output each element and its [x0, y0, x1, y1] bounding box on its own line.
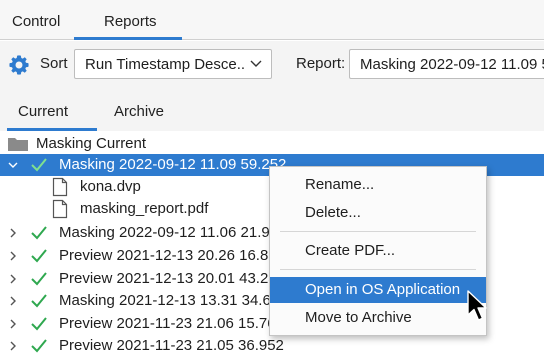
chevron-right-icon[interactable] — [8, 341, 18, 351]
check-icon — [31, 317, 47, 331]
tab-reports[interactable]: Reports — [104, 0, 157, 40]
check-icon — [31, 226, 47, 240]
tab-archive[interactable]: Archive — [114, 103, 164, 120]
menu-item-open-in-os-application[interactable]: Open in OS Application — [270, 277, 486, 303]
menu-item-label: Move to Archive — [305, 309, 412, 326]
folder-icon — [8, 138, 28, 151]
chevron-right-icon[interactable] — [8, 319, 18, 329]
menu-separator — [280, 231, 476, 232]
context-menu: Rename... Delete... Create PDF... Open i… — [269, 166, 487, 336]
check-icon — [31, 294, 47, 308]
tab-current[interactable]: Current — [18, 103, 68, 120]
chevron-right-icon[interactable] — [8, 228, 18, 238]
check-icon — [31, 339, 47, 353]
tab-current-indicator — [7, 128, 97, 131]
chevron-right-icon[interactable] — [8, 251, 18, 261]
menu-item-label: Delete... — [305, 204, 361, 221]
tree-row-label: Preview 2021-12-13 20.01 43.23 — [59, 270, 277, 287]
sort-dropdown[interactable]: Run Timestamp Desce... — [74, 49, 272, 79]
tree-row-label: Masking 2022-09-12 11.09 59.252 — [59, 156, 287, 173]
tree-row-label: Masking 2022-09-12 11.06 21.92 — [59, 224, 279, 241]
sub-tab-bar: Current Archive — [0, 89, 544, 131]
menu-item-label: Create PDF... — [305, 242, 396, 259]
toolbar: Sort Run Timestamp Desce... Report: Mask… — [0, 41, 544, 89]
gear-icon[interactable] — [8, 54, 30, 76]
sort-dropdown-value: Run Timestamp Desce... — [85, 56, 245, 73]
file-icon — [52, 199, 68, 219]
tree-row-label: Preview 2021-11-23 21.06 15.76 — [59, 315, 276, 332]
chevron-down-icon — [250, 60, 262, 67]
sort-label: Sort — [40, 55, 68, 72]
check-icon — [31, 272, 47, 286]
check-icon — [31, 158, 47, 172]
menu-item-rename[interactable]: Rename... — [270, 172, 486, 198]
report-dropdown-value: Masking 2022-09-12 11.09 5 — [360, 56, 544, 73]
menu-item-label: Open in OS Application — [305, 281, 461, 298]
menu-separator — [280, 269, 476, 270]
menu-item-label: Rename... — [305, 176, 375, 193]
menu-item-move-to-archive[interactable]: Move to Archive — [270, 305, 486, 331]
tree-row-label: Masking 2021-12-13 13.31 34.69 — [59, 292, 280, 309]
tree-row-label: masking_report.pdf — [80, 200, 209, 217]
tab-control[interactable]: Control — [12, 0, 60, 40]
menu-item-create-pdf[interactable]: Create PDF... — [270, 238, 486, 264]
tab-reports-indicator — [74, 37, 182, 40]
tree-root[interactable]: Masking Current — [0, 133, 544, 155]
tree-row-label: kona.dvp — [80, 178, 141, 195]
menu-item-delete[interactable]: Delete... — [270, 200, 486, 226]
tree-root-label: Masking Current — [36, 135, 147, 152]
chevron-right-icon[interactable] — [8, 274, 18, 284]
mouse-cursor-icon — [467, 290, 487, 321]
tree-row-label: Preview 2021-11-23 21.05 36.952 — [59, 337, 284, 354]
report-dropdown[interactable]: Masking 2022-09-12 11.09 5 — [349, 49, 544, 79]
chevron-right-icon[interactable] — [8, 296, 18, 306]
report-label: Report: — [296, 55, 346, 72]
tree-row[interactable]: Preview 2021-11-23 21.05 36.952 — [0, 335, 544, 357]
chevron-down-icon[interactable] — [8, 160, 18, 170]
tree-row-label: Preview 2021-12-13 20.26 16.85 — [59, 247, 277, 264]
top-tab-bar: Control Reports — [0, 0, 544, 40]
check-icon — [31, 249, 47, 263]
file-icon — [52, 177, 68, 197]
